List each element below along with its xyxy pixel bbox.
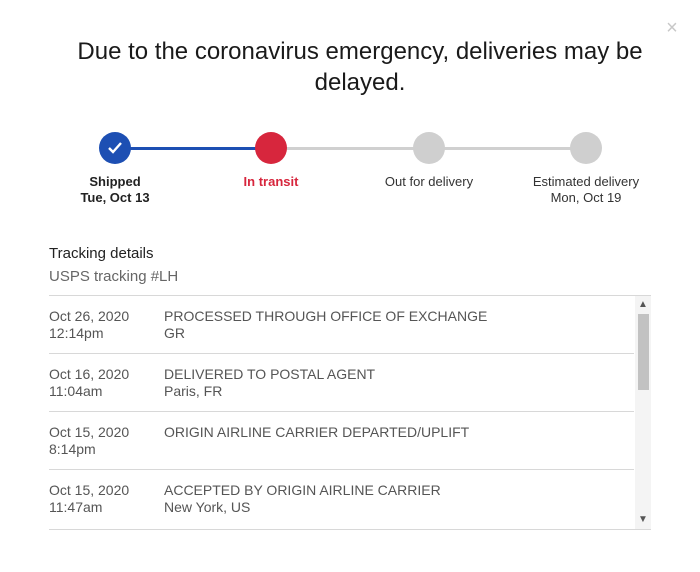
event-date: Oct 26, 2020 xyxy=(49,308,130,324)
checkmark-icon xyxy=(99,132,131,164)
step-label: Estimated delivery xyxy=(532,174,640,189)
event-status: DELIVERED TO POSTAL AGENT xyxy=(164,366,376,382)
tracking-number: USPS tracking #LH xyxy=(49,268,179,285)
list-item: Oct 26, 2020 12:14pm PROCESSED THROUGH O… xyxy=(49,296,634,354)
step-label: Out for delivery xyxy=(384,174,474,189)
event-time: 8:14pm xyxy=(49,441,96,457)
step-date: Mon, Oct 19 xyxy=(550,190,622,205)
close-icon[interactable]: × xyxy=(664,18,680,38)
list-item: Oct 15, 2020 11:47am ACCEPTED BY ORIGIN … xyxy=(49,470,634,527)
event-date: Oct 15, 2020 xyxy=(49,482,130,498)
event-date: Oct 15, 2020 xyxy=(49,424,130,440)
step-label: Shipped xyxy=(89,174,141,189)
scrollbar[interactable]: ▲ ▼ xyxy=(635,296,651,529)
tracking-details-heading: Tracking details xyxy=(49,245,154,262)
list-item: Oct 16, 2020 11:04am DELIVERED TO POSTAL… xyxy=(49,354,634,412)
event-time: 12:14pm xyxy=(49,325,104,341)
event-location: GR xyxy=(164,325,185,341)
scroll-up-icon[interactable]: ▲ xyxy=(635,298,651,312)
status-dot-icon xyxy=(255,132,287,164)
event-date: Oct 16, 2020 xyxy=(49,366,130,382)
delay-notice: Due to the coronavirus emergency, delive… xyxy=(77,38,643,96)
step-in-transit: In transit xyxy=(201,130,341,190)
step-out-for-delivery: Out for delivery xyxy=(359,130,499,190)
scrollbar-thumb[interactable] xyxy=(638,314,649,390)
event-status: ACCEPTED BY ORIGIN AIRLINE CARRIER xyxy=(164,482,441,498)
step-date: Tue, Oct 13 xyxy=(80,190,150,205)
status-dot-icon xyxy=(570,132,602,164)
event-status: PROCESSED THROUGH OFFICE OF EXCHANGE xyxy=(164,308,488,324)
tracking-events-list[interactable]: Oct 26, 2020 12:14pm PROCESSED THROUGH O… xyxy=(49,295,651,530)
event-location: New York, US xyxy=(164,499,251,515)
event-time: 11:04am xyxy=(49,383,103,399)
status-dot-icon xyxy=(413,132,445,164)
step-label: In transit xyxy=(243,174,299,189)
shipment-progress: Shipped Tue, Oct 13 In transit Out for d… xyxy=(0,130,700,220)
event-location: Paris, FR xyxy=(164,383,223,399)
list-item: Oct 15, 2020 8:14pm ORIGIN AIRLINE CARRI… xyxy=(49,412,634,470)
step-shipped: Shipped Tue, Oct 13 xyxy=(45,130,185,206)
event-time: 11:47am xyxy=(49,499,103,515)
step-estimated-delivery: Estimated delivery Mon, Oct 19 xyxy=(516,130,656,206)
event-status: ORIGIN AIRLINE CARRIER DEPARTED/UPLIFT xyxy=(164,424,470,440)
scroll-down-icon[interactable]: ▼ xyxy=(635,513,651,527)
